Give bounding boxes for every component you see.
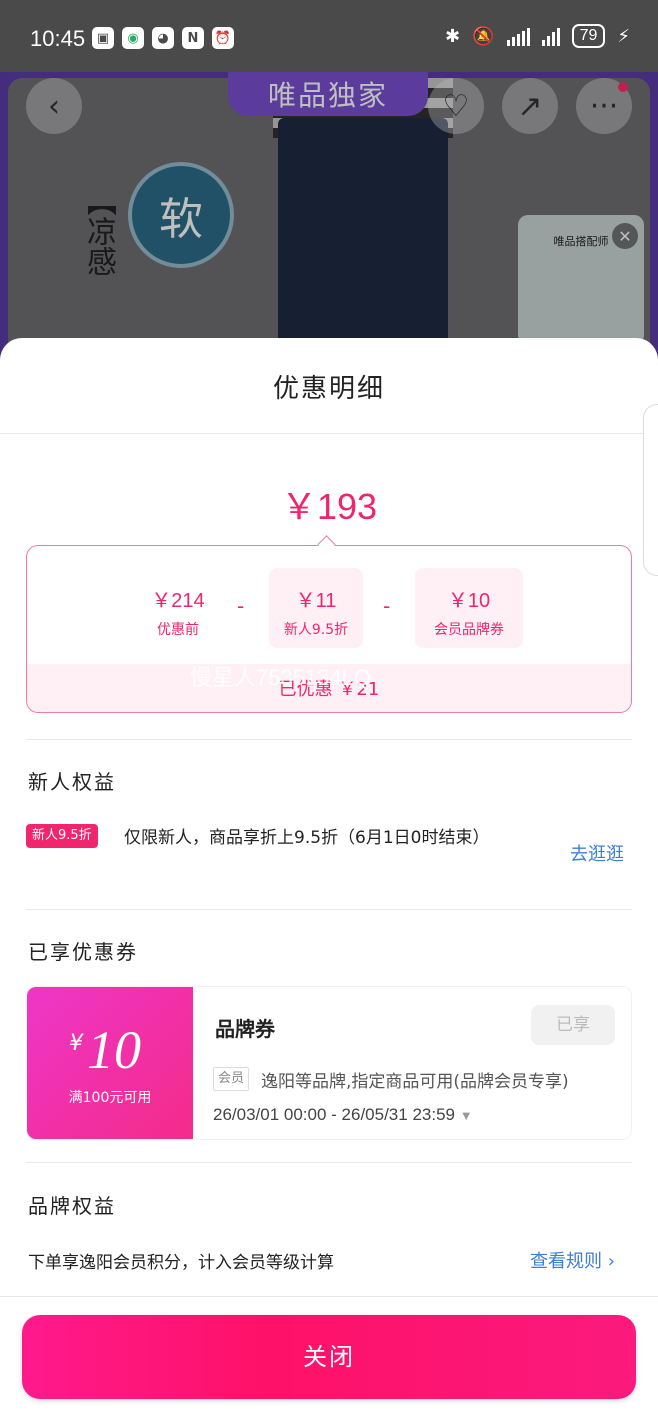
signal-icon <box>506 26 530 46</box>
coupon-condition: 满100元可用 <box>68 1090 152 1106</box>
qq-icon: ◕ <box>152 27 174 49</box>
browse-link[interactable]: 去逛逛 <box>570 840 624 866</box>
minus-sign: - <box>383 594 391 618</box>
coupon-value: 10 <box>87 1020 141 1080</box>
chevron-right-icon: › <box>607 1251 615 1272</box>
minus-sign: - <box>237 594 245 618</box>
bluetooth-icon: ✱ <box>445 25 461 47</box>
brand-section-title: 品牌权益 <box>28 1194 116 1218</box>
newuser-section-title: 新人权益 <box>28 770 116 794</box>
newuser-discount-amount: ￥11 <box>295 590 337 612</box>
newuser-discount: ￥11 新人9.5折 <box>269 568 363 648</box>
coupon-validity[interactable]: 26/03/01 00:00 - 26/05/31 23:59 ▼ <box>213 1105 473 1125</box>
view-rules-label: 查看规则 <box>530 1251 602 1272</box>
coupon-status-button: 已享 <box>531 1005 615 1045</box>
coupon-description: 逸阳等品牌,指定商品可用(品牌会员专享) <box>261 1072 569 1092</box>
final-price: ￥193 <box>280 486 378 527</box>
app-icon: ▣ <box>92 27 114 49</box>
sheet-title: 优惠明细 <box>272 374 385 404</box>
status-time: 10:45 <box>30 26 86 51</box>
divider <box>0 433 658 434</box>
coupon-name: 品牌券 <box>215 1017 275 1041</box>
divider <box>26 1162 632 1163</box>
member-coupon-discount: ￥10 会员品牌券 <box>415 568 523 648</box>
wechat-icon: ◉ <box>122 27 144 49</box>
status-right: ✱ 🔕 79 ⚡ <box>445 24 630 48</box>
view-rules-link[interactable]: 查看规则 › <box>530 1247 615 1273</box>
coupon-section-title: 已享优惠券 <box>28 940 138 964</box>
charging-icon: ⚡ <box>617 25 630 47</box>
coupon-value-panel: ¥ 10 满100元可用 <box>27 987 193 1139</box>
coupon-perforation <box>187 987 199 1139</box>
original-price-amount: ￥214 <box>151 590 205 612</box>
coupon-currency: ¥ <box>69 1031 83 1056</box>
signal-icon-2 <box>541 26 560 46</box>
notification-icons: ▣ ◉ ◕ N ⏰ <box>92 27 234 49</box>
discount-detail-sheet: 优惠明细 ￥193 ￥214 优惠前 - ￥11 新人9.5折 - ￥10 会员… <box>0 338 658 1416</box>
watermark: 慢星人7535134LQ <box>190 665 371 690</box>
newuser-tag: 新人9.5折 <box>26 824 98 848</box>
nfc-icon: N <box>182 27 204 49</box>
chevron-down-icon: ▼ <box>459 1108 473 1123</box>
divider <box>0 1296 658 1297</box>
divider <box>26 739 632 740</box>
divider <box>26 909 632 910</box>
close-button[interactable]: 关闭 <box>22 1315 636 1399</box>
original-price-label: 优惠前 <box>157 622 199 638</box>
coupon-dates: 26/03/01 00:00 - 26/05/31 23:59 <box>213 1105 455 1124</box>
original-price: ￥214 优惠前 <box>131 568 225 648</box>
status-bar: 10:45 ▣ ◉ ◕ N ⏰ ✱ 🔕 79 ⚡ <box>0 0 658 72</box>
member-coupon-label: 会员品牌券 <box>434 622 504 638</box>
brand-description: 下单享逸阳会员积分，计入会员等级计算 <box>28 1253 334 1273</box>
brand-coupon-card[interactable]: ¥ 10 满100元可用 品牌券 已享 会员 逸阳等品牌,指定商品可用(品牌会员… <box>26 986 632 1140</box>
newuser-discount-label: 新人9.5折 <box>283 622 349 638</box>
battery-indicator: 79 <box>571 24 606 48</box>
member-coupon-amount: ￥10 <box>447 590 491 612</box>
member-tag: 会员 <box>213 1067 250 1091</box>
alarm-icon: ⏰ <box>212 27 234 49</box>
overlay-dim <box>0 72 658 372</box>
newuser-description: 仅限新人，商品享折上9.5折（6月1日0时结束） <box>124 828 490 848</box>
mute-icon: 🔕 <box>472 25 495 47</box>
